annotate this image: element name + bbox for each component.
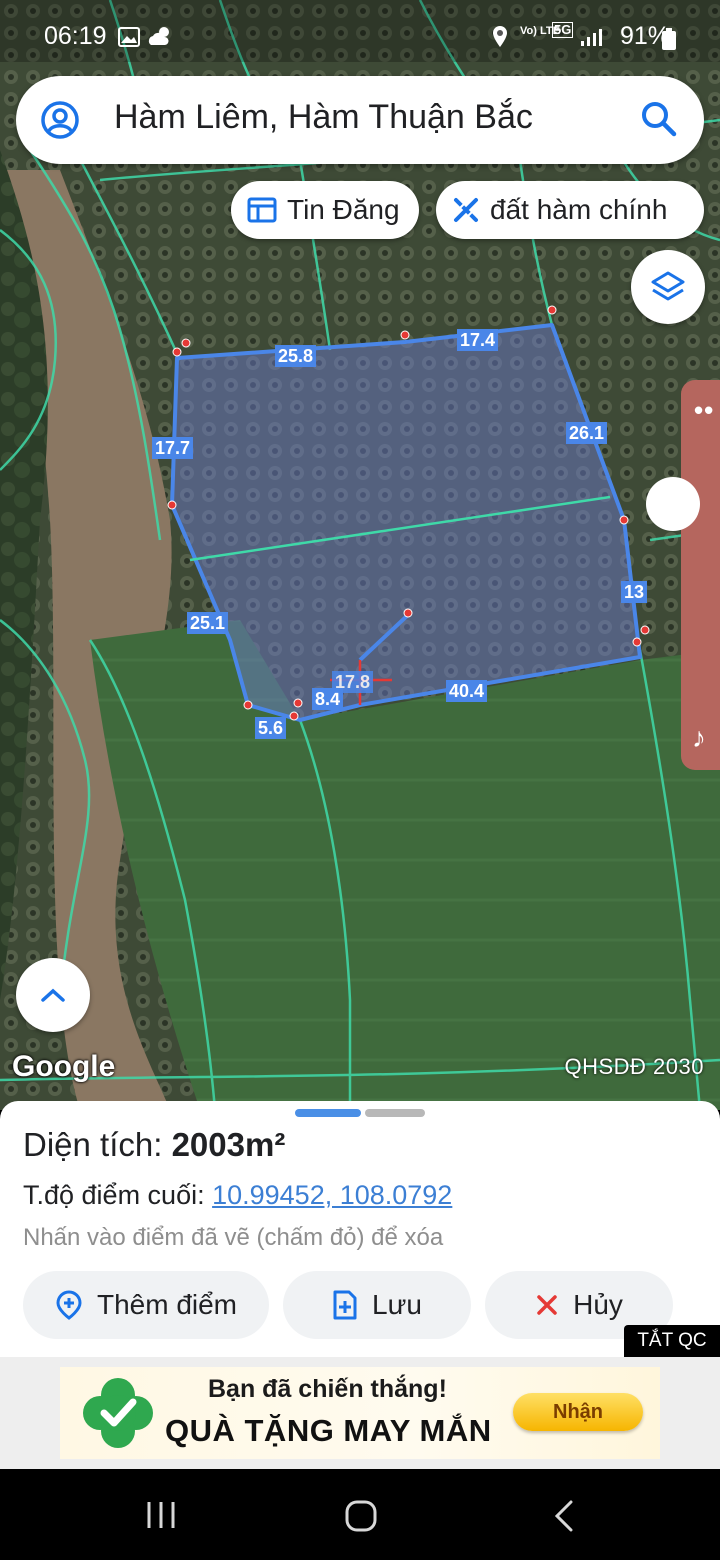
- status-time: 06:19: [44, 22, 107, 50]
- measure-label: 5.6: [255, 717, 287, 739]
- battery-icon: [662, 28, 676, 50]
- chip-listings[interactable]: Tin Đăng: [231, 181, 419, 239]
- ruler-pencil-icon: [454, 198, 478, 222]
- area-label: Diện tích:: [23, 1126, 172, 1163]
- search-text[interactable]: Hàm Liêm, Hàm Thuận Bắc: [114, 98, 533, 137]
- account-icon[interactable]: [40, 100, 80, 140]
- save-button[interactable]: Lưu: [283, 1271, 471, 1339]
- layers-button[interactable]: [631, 250, 705, 324]
- status-bar: 06:19 Vo) LTE 5G 91%: [0, 0, 720, 70]
- location-icon: [493, 26, 507, 47]
- side-panel-handle[interactable]: [646, 477, 700, 531]
- overlay-name: QHSDĐ 2030: [564, 1054, 704, 1079]
- ad-banner-area: Bạn đã chiến thắng! QUÀ TẶNG MAY MẮN Nhậ…: [0, 1357, 720, 1469]
- search-icon[interactable]: [640, 100, 678, 138]
- google-logo: Google: [12, 1050, 116, 1083]
- area-row: Diện tích: 2003m²: [23, 1126, 285, 1164]
- measure-label: 25.8: [275, 345, 317, 367]
- ad-headline: Bạn đã chiến thắng!: [208, 1375, 447, 1403]
- measure-label: 25.1: [187, 612, 229, 634]
- coord-row: T.độ điểm cuối: 10.99452, 108.0792: [23, 1180, 452, 1211]
- coord-link[interactable]: 10.99452, 108.0792: [212, 1180, 452, 1210]
- system-nav-bar: [0, 1469, 720, 1560]
- measure-label: 17.7: [152, 437, 194, 459]
- map-view[interactable]: 25.8 17.4 26.1 17.7 13 25.1 8.4 40.4 5.6…: [0, 0, 720, 1110]
- side-panel[interactable]: [681, 380, 720, 770]
- coord-label: T.độ điểm cuối:: [23, 1180, 213, 1210]
- layers-icon: [651, 271, 685, 301]
- weather-cloud-sun-icon: [148, 27, 169, 45]
- search-bar[interactable]: Hàm Liêm, Hàm Thuận Bắc: [16, 76, 704, 164]
- measure-label: 26.1: [566, 422, 608, 444]
- chevron-up-icon: [41, 988, 65, 1002]
- add-point-button[interactable]: Thêm điểm: [23, 1271, 269, 1339]
- music-icon[interactable]: ♪: [692, 722, 706, 754]
- more-icon[interactable]: ••: [694, 395, 714, 426]
- chip-listings-label: Tin Đăng: [287, 194, 400, 225]
- ad-banner[interactable]: Bạn đã chiến thắng! QUÀ TẶNG MAY MẮN Nhậ…: [60, 1367, 660, 1459]
- ad-claim-button[interactable]: Nhận: [513, 1393, 643, 1431]
- save-file-icon: [333, 1290, 357, 1320]
- sheet-handle-secondary[interactable]: [365, 1109, 425, 1117]
- satellite-imagery: [0, 0, 720, 1110]
- clover-check-icon: [83, 1378, 153, 1448]
- table-icon: [247, 197, 277, 223]
- measure-label: 13: [621, 581, 648, 603]
- hint-text: Nhấn vào điểm đã vẽ (chấm đỏ) để xóa: [23, 1224, 444, 1251]
- 5g-icon: 5G: [552, 22, 574, 38]
- hide-ads-button[interactable]: TẮT QC: [624, 1325, 720, 1357]
- area-value: 2003m²: [171, 1126, 286, 1163]
- recents-icon[interactable]: [145, 1499, 177, 1531]
- gallery-icon: [118, 27, 140, 47]
- chip-land[interactable]: đất hàm chính: [436, 181, 704, 239]
- save-label: Lưu: [372, 1289, 422, 1320]
- add-point-label: Thêm điểm: [96, 1289, 238, 1320]
- back-icon[interactable]: [552, 1499, 576, 1533]
- close-icon: [537, 1295, 557, 1315]
- ad-title: QUÀ TẶNG MAY MẮN: [165, 1413, 492, 1448]
- sheet-handle[interactable]: [295, 1109, 361, 1117]
- measure-label: 40.4: [446, 680, 488, 702]
- expand-up-button[interactable]: [16, 958, 90, 1032]
- add-location-icon: [56, 1290, 82, 1320]
- signal-icon: [581, 29, 602, 46]
- measure-label: 17.8: [332, 671, 374, 693]
- measure-label: 17.4: [457, 329, 499, 351]
- home-icon[interactable]: [344, 1499, 378, 1533]
- cancel-label: Hủy: [573, 1289, 623, 1320]
- chip-land-label: đất hàm chính: [490, 194, 668, 225]
- bottom-sheet[interactable]: Diện tích: 2003m² T.độ điểm cuối: 10.994…: [0, 1101, 720, 1361]
